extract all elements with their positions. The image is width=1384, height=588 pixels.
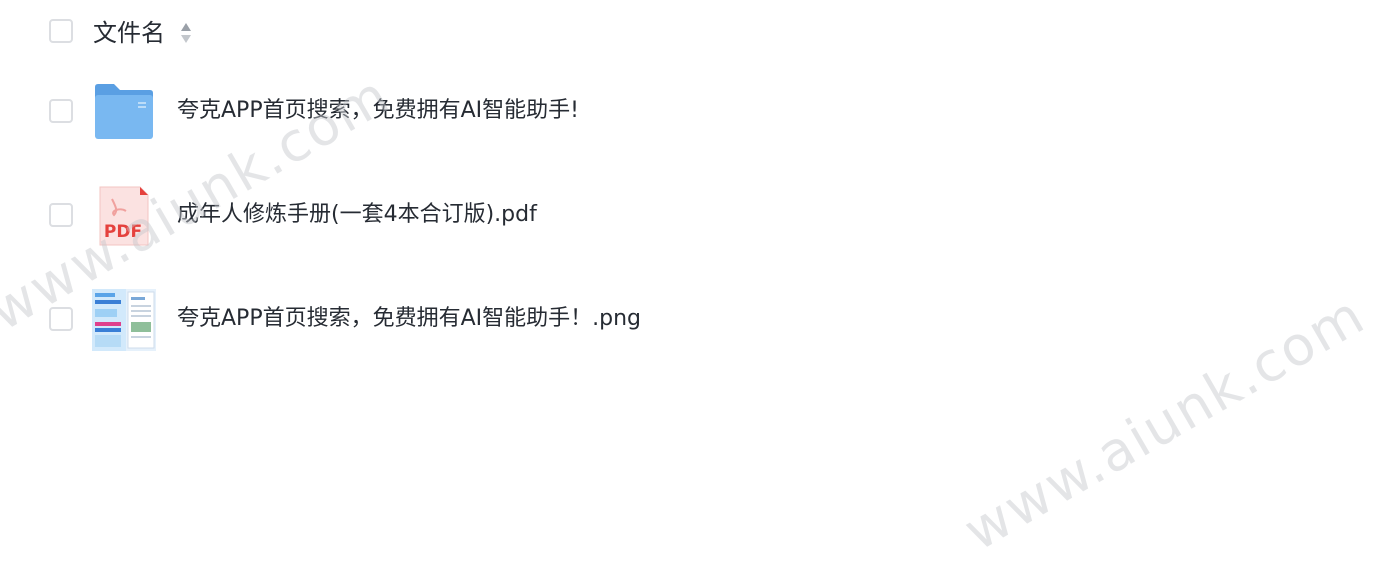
file-row[interactable]: 夸克APP首页搜索，免费拥有AI智能助手! <box>0 59 1384 163</box>
sort-icon[interactable] <box>180 22 192 44</box>
file-name[interactable]: 夸克APP首页搜索，免费拥有AI智能助手！.png <box>177 303 641 335</box>
file-list-header: 文件名 <box>0 0 1384 66</box>
row-checkbox[interactable] <box>49 307 73 331</box>
column-header-filename[interactable]: 文件名 <box>93 17 165 49</box>
file-name[interactable]: 成年人修炼手册(一套4本合订版).pdf <box>177 199 537 231</box>
select-all-checkbox[interactable] <box>49 19 73 43</box>
file-row[interactable]: 夸克APP首页搜索，免费拥有AI智能助手！.png <box>0 267 1384 371</box>
pdf-icon: PDF <box>99 186 149 246</box>
image-thumbnail-icon <box>92 289 156 351</box>
row-checkbox[interactable] <box>49 203 73 227</box>
row-checkbox[interactable] <box>49 99 73 123</box>
pdf-icon-label: PDF <box>104 222 142 242</box>
file-row[interactable]: PDF 成年人修炼手册(一套4本合订版).pdf <box>0 163 1384 267</box>
folder-icon <box>95 84 153 139</box>
file-name[interactable]: 夸克APP首页搜索，免费拥有AI智能助手! <box>177 95 579 127</box>
